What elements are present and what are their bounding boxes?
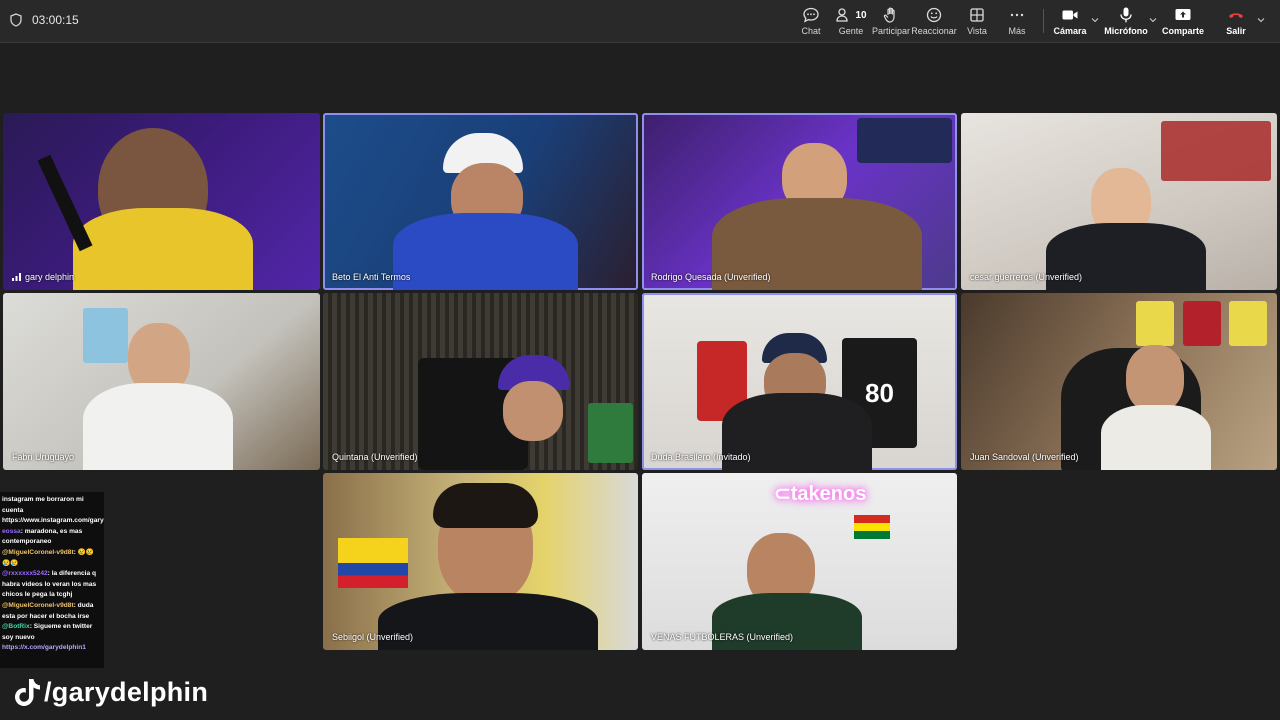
camera-button[interactable]: Cámara [1053,5,1087,39]
chat-username: @BotRix [2,623,30,631]
smiley-icon [926,7,942,23]
chat-button[interactable]: Chat [798,5,824,39]
grid-icon [970,8,984,22]
meeting-toolbar: 03:00:15 Chat 10 Gente Participar Reacci… [0,0,1280,43]
react-button[interactable]: Reaccionar [911,5,957,39]
more-dots-icon [1010,13,1024,17]
chat-message: instagram me borraron mi cuenta https://… [2,495,104,527]
chat-text: https://x.com/garydelphin1 [2,644,86,652]
chat-username: @MiguelCoronel-v9d8t [2,601,74,609]
chat-message: @MiguelCoronel-v9d8t: duda esta por hace… [2,601,102,622]
video-tile-quintana[interactable]: Quintana (Unverified) [323,293,638,470]
mic-button[interactable]: Micrófono [1104,5,1148,39]
video-tile-venas-futboleras[interactable]: ⊂takenos VENAS FUTBOLERAS (Unverified) [642,473,957,650]
tiktok-watermark: /garydelphin [12,676,208,708]
participant-name: Fabri Uruguayo [12,452,75,462]
video-tile-fabri[interactable]: Fabri Uruguayo [3,293,320,470]
hand-icon [883,7,895,23]
shield-icon [10,13,22,27]
participant-name: Rodrigo Quesada (Unverified) [651,272,771,282]
video-tile-beto[interactable]: Beto El Anti Termos [323,113,638,290]
chat-icon [803,7,819,23]
participant-name: VENAS FUTBOLERAS (Unverified) [651,632,794,642]
chat-username: @MiguelCoronel-v9d8t [2,548,74,556]
tiktok-logo-icon [15,679,40,706]
chat-username: @rxxxxxx5242 [2,570,48,578]
leave-options-chevron-icon[interactable] [1257,16,1265,24]
hang-up-icon [1229,13,1243,18]
audio-level-icon [12,273,21,281]
tiktok-handle: /garydelphin [44,676,209,707]
participant-name: Duda Brasilero (Invitado) [651,452,751,462]
chat-text: instagram me borraron mi cuenta https://… [2,496,104,525]
camera-icon [1062,10,1078,20]
video-tile-rodrigo[interactable]: Rodrigo Quesada (Unverified) [642,113,957,290]
video-tile-juan[interactable]: Juan Sandoval (Unverified) [961,293,1277,470]
people-button[interactable]: 10 Gente [836,5,867,39]
microphone-icon [1120,7,1132,23]
participant-name: Quintana (Unverified) [332,452,418,462]
participant-name: Beto El Anti Termos [332,272,411,282]
share-button[interactable]: Comparte [1162,5,1204,39]
stream-chat-overlay: instagram me borraron mi cuenta https://… [0,492,104,668]
chat-username: eossa [2,527,21,535]
participant-name: Sebiigol (Unverified) [332,632,414,642]
raise-hand-button[interactable]: Participar [872,5,910,39]
share-screen-icon [1175,9,1191,20]
video-tile-duda[interactable]: 80 Duda Brasilero (Invitado) [642,293,957,470]
participant-name: cesar guerreros (Unverified) [970,272,1083,282]
meeting-timer: 03:00:15 [10,13,79,27]
chat-message: @MiguelCoronel-v9d8t: 😢😢😢😢 [2,548,102,569]
toolbar-separator [1043,9,1044,33]
camera-options-chevron-icon[interactable] [1091,16,1099,24]
view-button[interactable]: Vista [964,5,990,39]
mic-options-chevron-icon[interactable] [1149,16,1157,24]
participant-name: Juan Sandoval (Unverified) [970,452,1079,462]
chat-message: https://x.com/garydelphin1 [2,643,102,654]
video-tile-cesar[interactable]: cesar guerreros (Unverified) [961,113,1277,290]
leave-button[interactable]: Salir [1223,5,1249,39]
people-icon [836,8,849,22]
participant-name: gary delphin [25,272,75,282]
people-count: 10 [855,9,867,21]
video-tile-sebiigol[interactable]: Sebiigol (Unverified) [323,473,638,650]
video-tile-gary-delphin[interactable]: gary delphin [3,113,320,290]
chat-message: eossa: maradona, es mas contemporaneo [2,527,102,548]
more-button[interactable]: Más [1004,5,1030,39]
chat-message: @rxxxxxx5242: la diferencia q habra vide… [2,569,102,601]
timer-text: 03:00:15 [32,13,79,27]
chat-message: @BotRix: Sigueme en twitter soy nuevo [2,622,102,643]
